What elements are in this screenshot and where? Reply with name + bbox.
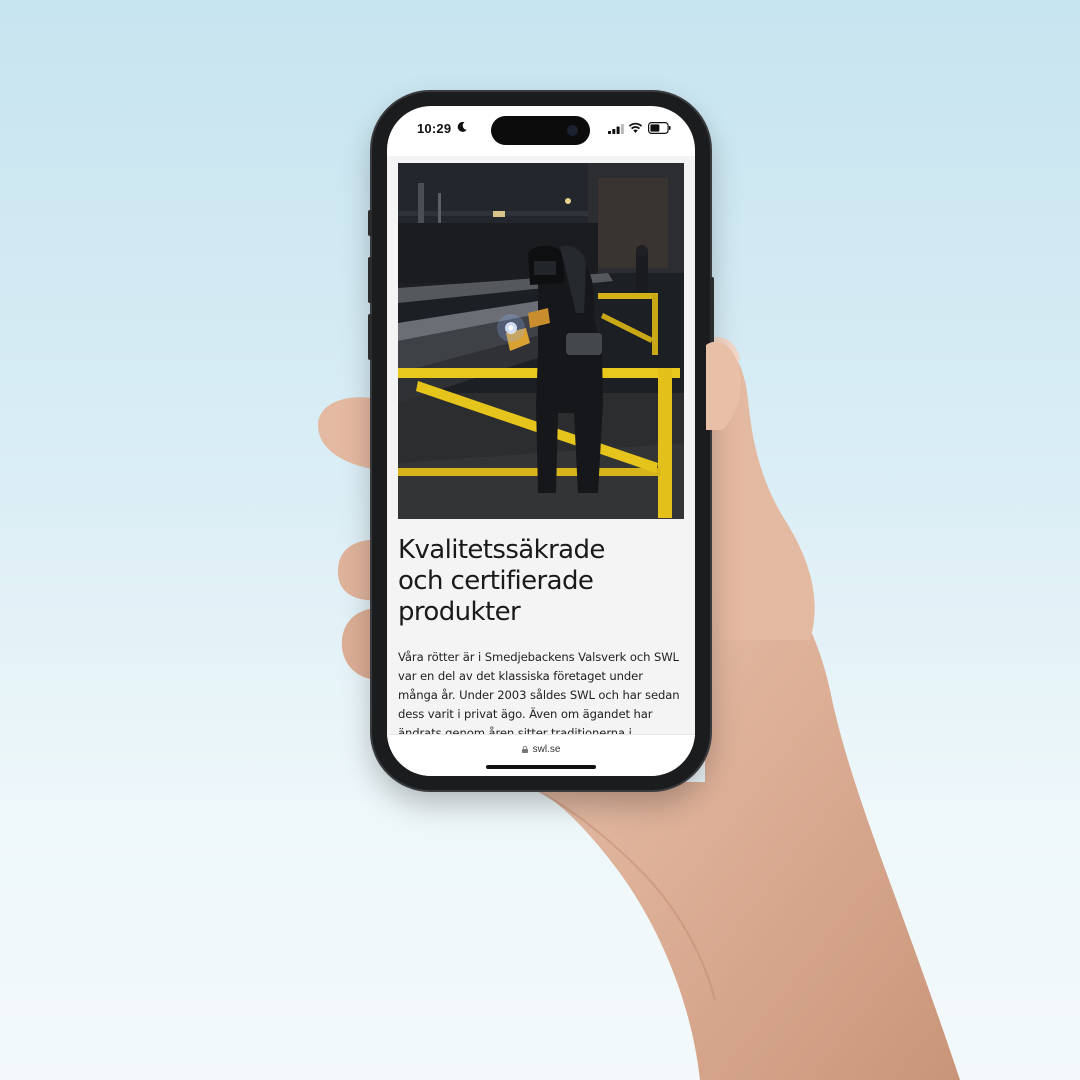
body-line: Våra rötter är i Smedjebackens Valsverk … bbox=[398, 650, 679, 664]
volume-down-button bbox=[368, 314, 372, 360]
body-line: dess varit i privat ägo. Även om ägandet… bbox=[398, 707, 653, 721]
welder-at-work-photo bbox=[398, 163, 684, 519]
action-button bbox=[368, 210, 372, 236]
url-text: swl.se bbox=[532, 744, 561, 755]
body-line: många år. Under 2003 såldes SWL och har … bbox=[398, 688, 680, 702]
body-line: var en del av det klassiska företaget un… bbox=[398, 669, 643, 683]
article-body: Våra rötter är i Smedjebackens Valsverk … bbox=[398, 648, 688, 736]
status-time: 10:29 bbox=[417, 121, 452, 136]
battery-icon bbox=[648, 122, 671, 134]
headline-line: produkter bbox=[398, 597, 521, 627]
power-button bbox=[710, 277, 714, 349]
home-indicator[interactable] bbox=[486, 765, 596, 769]
dynamic-island bbox=[491, 116, 590, 145]
address-display[interactable]: swl.se bbox=[387, 744, 695, 755]
browser-address-bar[interactable]: swl.se bbox=[387, 734, 695, 776]
headline-line: Kvalitetssäkrade bbox=[398, 535, 605, 565]
status-bar: 10:29 bbox=[387, 106, 695, 150]
moon-icon bbox=[457, 121, 467, 132]
phone-device: 10:29 Kvalitetssäkrade och certifierade … bbox=[368, 92, 714, 790]
cellular-signal-icon bbox=[608, 124, 624, 134]
headline-line: och certifierade bbox=[398, 566, 594, 596]
wifi-icon bbox=[628, 122, 643, 133]
phone-screen: 10:29 Kvalitetssäkrade och certifierade … bbox=[387, 106, 695, 776]
web-page[interactable]: Kvalitetssäkrade och certifierade produk… bbox=[387, 156, 695, 736]
volume-up-button bbox=[368, 257, 372, 303]
camera-lens bbox=[567, 125, 578, 136]
lock-icon bbox=[521, 746, 528, 753]
article-headline: Kvalitetssäkrade och certifierade produk… bbox=[398, 535, 688, 628]
